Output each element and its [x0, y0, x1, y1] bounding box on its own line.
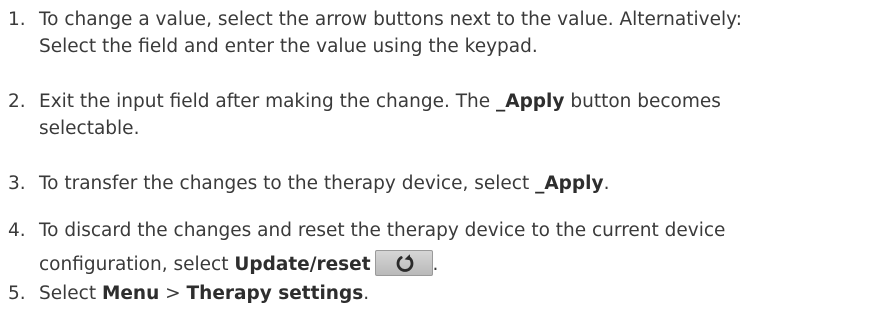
- step-text: .: [432, 254, 439, 275]
- step-text: .: [363, 283, 370, 304]
- step-number: 1.: [8, 9, 26, 30]
- step-text-line: To discard the changes and reset the the…: [39, 220, 726, 241]
- step-1: 1. To change a value, select the arrow b…: [0, 6, 893, 60]
- step-2: 2. Exit the input field after making the…: [0, 88, 893, 142]
- step-text: configuration, select: [39, 254, 235, 275]
- step-text: Exit the input field after making the ch…: [39, 91, 496, 112]
- step-text: Select: [39, 283, 102, 304]
- refresh-icon: [396, 254, 413, 272]
- step-number: 3.: [8, 173, 26, 194]
- step-text-line: configuration, select Update/reset.: [39, 248, 893, 282]
- instruction-steps: 1. To change a value, select the arrow b…: [0, 0, 895, 316]
- update-reset-button[interactable]: [374, 250, 433, 276]
- step-5: 5. Select Menu > Therapy settings.: [0, 280, 893, 307]
- step-text: .: [603, 173, 610, 194]
- step-text: To transfer the changes to the therapy d…: [39, 173, 536, 194]
- menu-label: Menu: [101, 283, 160, 304]
- step-number: 4.: [8, 220, 26, 241]
- step-text-line: To change a value, select the arrow butt…: [39, 9, 742, 30]
- step-text-line: Select Menu > Therapy settings.: [39, 280, 893, 307]
- step-number: 2.: [8, 91, 26, 112]
- step-text-line: To transfer the changes to the therapy d…: [39, 170, 893, 197]
- step-4: 4. To discard the changes and reset the …: [0, 214, 893, 282]
- step-number: 5.: [8, 283, 26, 304]
- step-3: 3. To transfer the changes to the therap…: [0, 170, 893, 197]
- update-reset-label: Update/reset: [234, 254, 371, 275]
- therapy-settings-label: Therapy settings: [186, 283, 364, 304]
- apply-label: _Apply: [496, 91, 565, 112]
- apply-label: _Apply: [535, 173, 604, 194]
- step-text-line: Select the field and enter the value usi…: [39, 36, 538, 57]
- step-text: button becomes: [564, 91, 721, 112]
- step-text-line: selectable.: [39, 118, 140, 139]
- menu-separator: >: [159, 283, 187, 304]
- step-text-line: Exit the input field after making the ch…: [39, 88, 893, 115]
